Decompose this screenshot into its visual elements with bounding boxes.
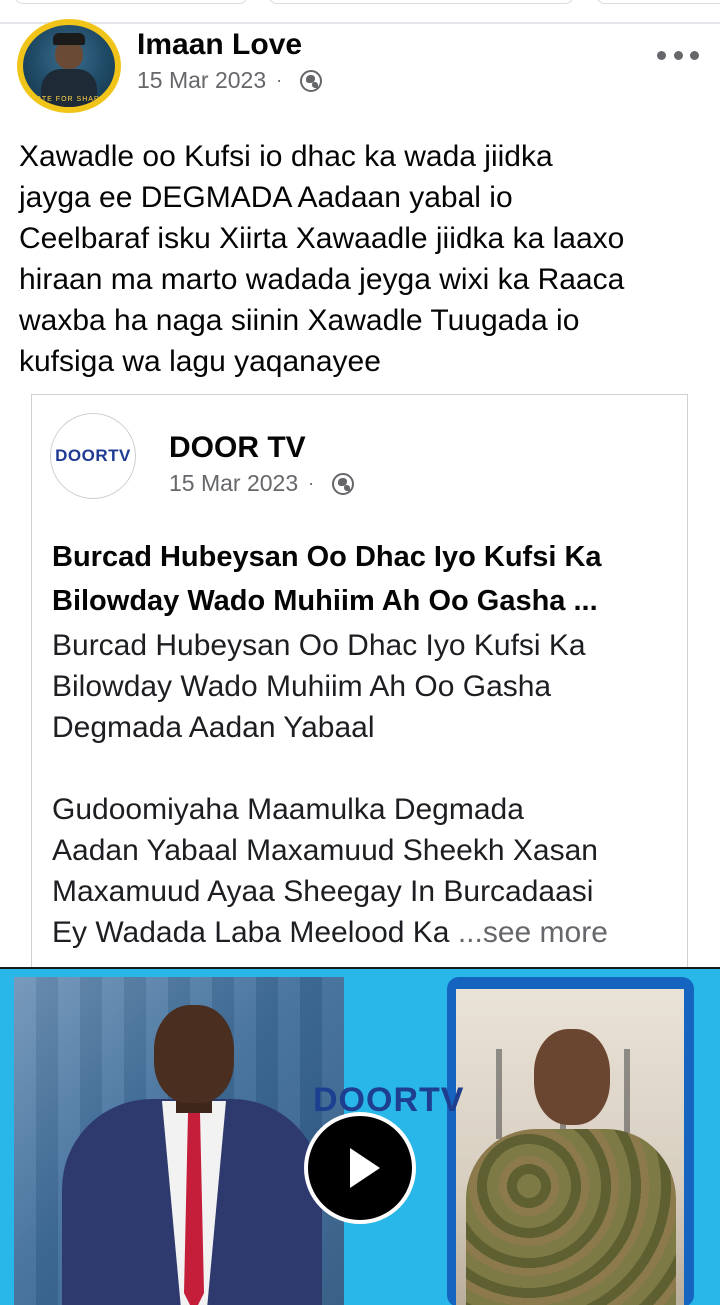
dot-shape [673,50,683,60]
post-text: Xawadle oo Kufsi io dhac ka wada jiidka … [19,140,625,378]
more-options-icon[interactable] [657,40,699,70]
doortv-logo: DOORTV [55,446,131,465]
avatar-caption: VOTE FOR SHARIF [29,96,109,103]
divider [0,22,720,24]
separator-dot: · [276,70,283,90]
anchor-head-shape [154,1005,234,1103]
separator-dot: · [308,473,315,493]
avatar-hat-shape [53,33,85,45]
globe-icon [300,69,323,92]
play-icon[interactable] [304,1112,416,1224]
top-chip-bar [0,0,720,22]
studio-image [14,977,344,1305]
author-avatar[interactable]: VOTE FOR SHARIF [17,19,121,113]
shared-post-card[interactable]: DOORTV DOOR TV 15 Mar 2023 · Burcad Hube… [31,394,688,974]
page-avatar[interactable]: DOORTV [50,413,136,499]
shared-headline[interactable]: Burcad Hubeysan Oo Dhac Iyo Kufsi Ka Bil… [52,535,672,623]
shared-meta: 15 Mar 2023 · [169,470,355,497]
person-head-shape [534,1029,610,1125]
camouflage-shape [466,1129,676,1305]
shared-body: Burcad Hubeysan Oo Dhac Iyo Kufsi Ka Bil… [52,625,672,953]
chip[interactable] [268,0,574,4]
inset-photo [456,989,684,1305]
shared-date[interactable]: 15 Mar 2023 [169,470,298,497]
shared-body-text: Burcad Hubeysan Oo Dhac Iyo Kufsi Ka Bil… [52,629,598,949]
chip[interactable] [14,0,248,4]
globe-icon [332,472,355,495]
post-date[interactable]: 15 Mar 2023 [137,67,266,94]
dot-shape [657,50,666,60]
page-name[interactable]: DOOR TV [169,431,306,465]
chip[interactable] [596,0,720,4]
post-meta: 15 Mar 2023 · [137,67,323,94]
dot-shape [690,50,699,60]
author-name[interactable]: Imaan Love [137,28,302,62]
see-more-link[interactable]: ...see more [458,916,608,949]
video-watermark: DOORTV [313,1081,465,1119]
avatar-image: VOTE FOR SHARIF [23,25,115,107]
